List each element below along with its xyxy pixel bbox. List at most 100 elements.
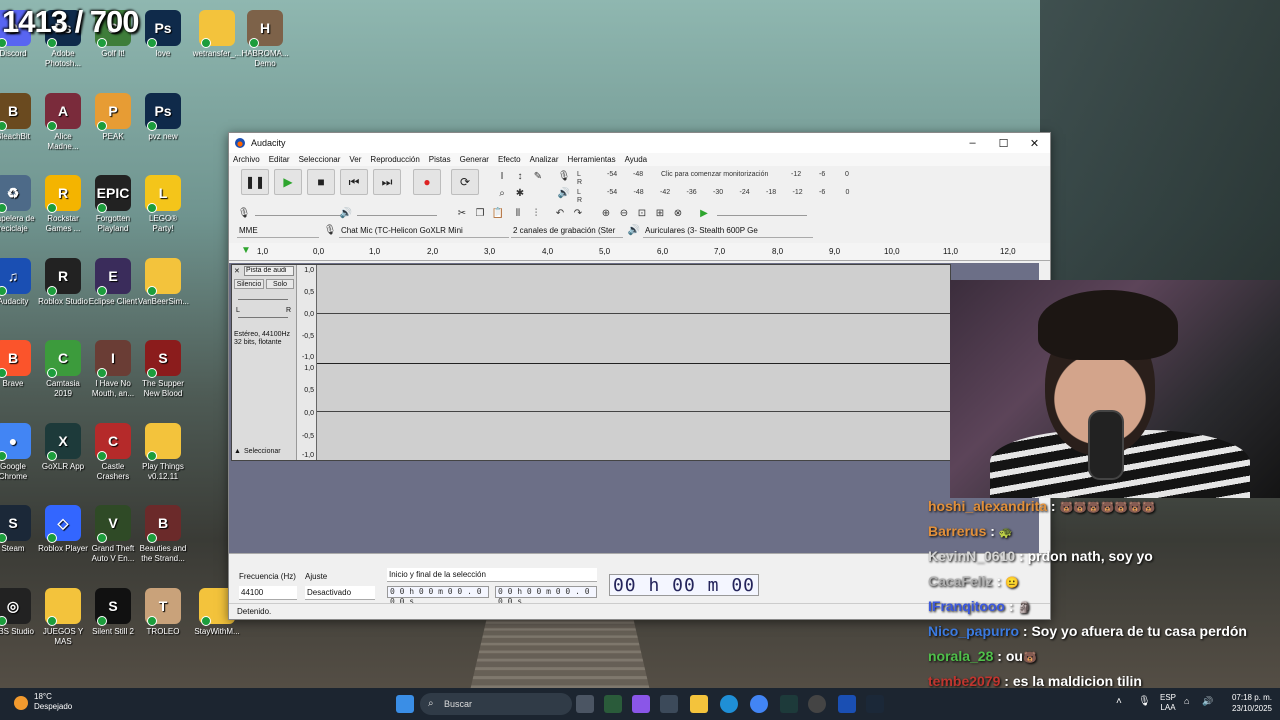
audacity-taskbar-icon[interactable]	[838, 695, 856, 713]
desktop-icon[interactable]: R Roblox Studio	[38, 258, 88, 307]
track-area[interactable]: ✕ Pista de audi Silencio Solo L R Estére…	[229, 263, 1039, 553]
clock[interactable]: 07:18 p. m. 23/10/2025	[1232, 692, 1272, 714]
track-name-menu[interactable]: Pista de audi	[244, 266, 294, 276]
mute-button[interactable]: Silencio	[234, 279, 264, 289]
desktop-icon[interactable]: ◇ Roblox Player	[38, 505, 88, 554]
desktop-icon[interactable]: C Camtasia 2019	[38, 340, 88, 399]
selection-end-time[interactable]: 0 0 h 0 0 m 0 0 . 0 0 0 s	[495, 586, 597, 606]
start-windows-icon[interactable]	[396, 695, 414, 713]
menu-item[interactable]: Generar	[460, 155, 489, 164]
task-view-icon[interactable]	[576, 695, 594, 713]
skip-end-button[interactable]: ⏭	[373, 169, 401, 195]
fit-selection-icon[interactable]: ⊡	[635, 207, 649, 221]
desktop-icon[interactable]: X GoXLR App	[38, 423, 88, 472]
desktop-icon[interactable]: ♫ Audacity	[0, 258, 38, 307]
desktop-icon[interactable]: S Silent Still 2	[88, 588, 138, 637]
paste-icon[interactable]: 📋	[491, 207, 505, 221]
chrome-icon[interactable]	[750, 695, 768, 713]
desktop-icon[interactable]: EPIC Forgotten Playland	[88, 175, 138, 234]
snap-select[interactable]: Desactivado	[305, 586, 375, 600]
playback-volume-slider[interactable]	[357, 215, 437, 216]
zoom-out-icon[interactable]: ⊖	[617, 207, 631, 221]
timeline-ruler[interactable]: ▼ 1,0 0,0 1,0 2,0 3,0 4,0 5,0 6,0 7,0 8,0 9,0 10,0 1…	[229, 243, 1050, 261]
pause-button[interactable]: ❚❚	[241, 169, 269, 195]
playback-meter[interactable]: LR -54 -48 -42 -36 -30 -24 -18 -12 -6 0	[577, 189, 849, 204]
desktop-icon[interactable]: B Brave	[0, 340, 38, 389]
project-rate-select[interactable]: 44100	[239, 586, 297, 600]
trim-icon[interactable]: ⫴	[511, 207, 525, 221]
redo-icon[interactable]: ↷	[571, 207, 585, 221]
desktop-icon[interactable]: ♻Papelera de reciclaje	[0, 175, 38, 234]
playback-meter-speaker-icon[interactable]: 🔊	[557, 187, 571, 201]
maximize-button[interactable]: ☐	[988, 137, 1019, 150]
desktop-icon[interactable]: ◎OBS Studio	[0, 588, 38, 637]
file-explorer-icon[interactable]	[690, 695, 708, 713]
desktop-icon[interactable]: ● Google Chrome	[0, 423, 38, 482]
menu-item[interactable]: Herramientas	[568, 155, 616, 164]
desktop-icon[interactable]: Ps love	[138, 10, 188, 59]
desktop-icon[interactable]: H HABROMA... Demo	[240, 10, 290, 69]
desktop-icon[interactable]: wetransfer_...	[192, 10, 242, 59]
menu-item[interactable]: Editar	[269, 155, 290, 164]
desktop-icon[interactable]: C Castle Crashers	[88, 423, 138, 482]
track-close-icon[interactable]: ✕	[234, 267, 240, 275]
steam-taskbar-icon[interactable]	[866, 695, 884, 713]
weather-widget[interactable]: 18°C Despejado	[14, 692, 72, 712]
envelope-tool-icon[interactable]: ↕	[513, 170, 527, 184]
xbox-icon[interactable]	[604, 695, 622, 713]
pan-slider[interactable]	[238, 317, 288, 318]
desktop-icon[interactable]: JUEGOS Y MAS	[38, 588, 88, 647]
menu-item[interactable]: Ver	[349, 155, 361, 164]
cut-icon[interactable]: ✂	[455, 207, 469, 221]
select-track-button[interactable]: Seleccionar	[244, 448, 281, 455]
desktop-icon[interactable]: B Beauties and the Strand...	[138, 505, 188, 564]
zoom-in-icon[interactable]: ⊕	[599, 207, 613, 221]
taskbar-search[interactable]: ⌕ Buscar	[420, 693, 572, 715]
zoom-toggle-icon[interactable]: ⊗	[671, 207, 685, 221]
record-meter-mic-icon[interactable]: 🎙	[557, 170, 571, 184]
terminal-icon[interactable]	[660, 695, 678, 713]
audio-host-select[interactable]: MME	[237, 224, 319, 238]
record-meter[interactable]: LR -54 -48 Clic para comenzar monitoriza…	[577, 171, 849, 186]
record-button[interactable]: ●	[413, 169, 441, 195]
copy-icon[interactable]: ❐	[473, 207, 487, 221]
recording-device-select[interactable]: Chat Mic (TC-Helicon GoXLR Mini	[339, 224, 509, 238]
menu-item[interactable]: Reproducción	[370, 155, 419, 164]
desktop-icon[interactable]: S The Supper New Blood	[138, 340, 188, 399]
time-display[interactable]: 00 h 00 m 00 s	[609, 574, 759, 618]
desktop-icon[interactable]: II Have No Mouth, an...	[88, 340, 138, 399]
stop-button[interactable]: ■	[307, 169, 335, 195]
pin-playhead-icon[interactable]: ▼	[241, 245, 251, 256]
channels-select[interactable]: 2 canales de grabación (Ster	[511, 224, 623, 238]
close-button[interactable]: ✕	[1019, 137, 1050, 150]
loop-button[interactable]: ⟳	[451, 169, 479, 195]
edge-icon[interactable]	[720, 695, 738, 713]
silence-icon[interactable]: ⫶	[529, 207, 543, 221]
desktop-icon[interactable]: Play Things v0.12.11	[138, 423, 188, 482]
menu-item[interactable]: Archivo	[233, 155, 260, 164]
playback-device-select[interactable]: Auriculares (3- Stealth 600P Ge	[643, 224, 813, 238]
desktop-icon[interactable]: L LEGO® Party!	[138, 175, 188, 234]
play-button[interactable]: ▶	[274, 169, 302, 195]
menu-item[interactable]: Efecto	[498, 155, 521, 164]
minimize-button[interactable]: –	[957, 137, 988, 150]
desktop-icon[interactable]: T TROLEO	[138, 588, 188, 637]
record-volume-slider[interactable]	[255, 215, 341, 216]
desktop-icon[interactable]: S Steam	[0, 505, 38, 554]
desktop-icon[interactable]: A Alice Madne...	[38, 93, 88, 152]
chevron-up-icon[interactable]: ˄	[1116, 696, 1122, 707]
menu-item[interactable]: Seleccionar	[299, 155, 341, 164]
multi-tool-icon[interactable]: ✱	[513, 187, 527, 201]
desktop-icon[interactable]: VanBeerSim...	[138, 258, 189, 307]
fit-project-icon[interactable]: ⊞	[653, 207, 667, 221]
desktop-icon[interactable]: E Eclipse Client	[88, 258, 138, 307]
obs-icon[interactable]	[808, 695, 826, 713]
desktop-icon[interactable]: Ps pvz new	[138, 93, 188, 142]
volume-icon[interactable]: 🔊	[1202, 696, 1213, 707]
skip-start-button[interactable]: ⏮	[340, 169, 368, 195]
menu-item[interactable]: Ayuda	[625, 155, 648, 164]
desktop-icon[interactable]: BBleachBit	[0, 93, 38, 142]
menu-item[interactable]: Pistas	[429, 155, 451, 164]
play-at-speed-icon[interactable]: ▶	[697, 207, 711, 221]
solo-button[interactable]: Solo	[266, 279, 294, 289]
